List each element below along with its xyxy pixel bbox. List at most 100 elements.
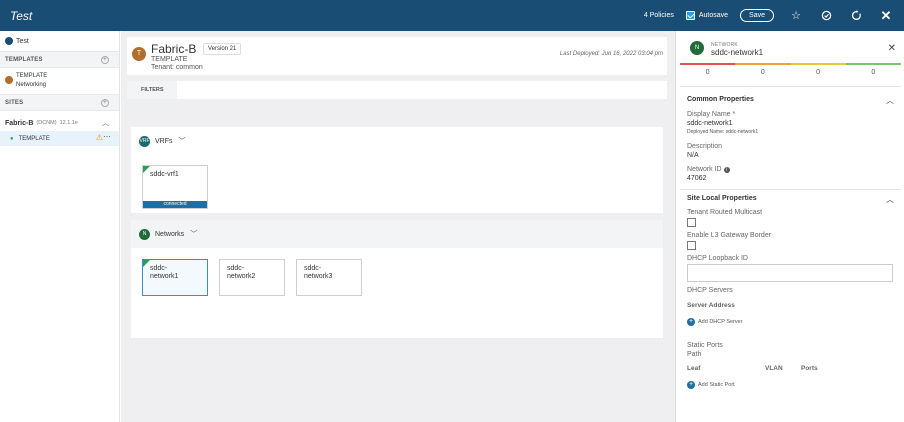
panel-title: sddc-network1 xyxy=(711,48,764,57)
network-tile-line1: sddc- xyxy=(227,265,245,272)
tenant-multicast-checkbox[interactable] xyxy=(687,218,696,227)
main-canvas: T Fabric-B Version 21 TEMPLATE Tenant: c… xyxy=(121,31,675,422)
template-status-icon: ● xyxy=(10,135,14,142)
common-properties-title: Common Properties xyxy=(687,96,754,103)
last-deployed: Last Deployed: Jun 16, 2022 03:04 pm xyxy=(559,51,663,57)
info-icon[interactable]: i xyxy=(723,167,730,173)
tenant-multicast-label: Tenant Routed Multicast xyxy=(687,209,763,216)
static-ports-label: Static Ports xyxy=(687,342,723,349)
vrfs-section-body: sddc-vrf1 connected xyxy=(131,155,663,213)
vrf-tile-name: sddc-vrf1 xyxy=(150,171,179,178)
properties-panel: N NETWORK sddc-network1 ✕ 0 0 0 0 Common… xyxy=(675,31,904,422)
ports-column-header: Ports xyxy=(801,365,818,372)
fault-count[interactable]: 0 xyxy=(680,69,735,76)
tenant-label: Tenant: common xyxy=(151,64,203,71)
site-local-properties-title: Site Local Properties xyxy=(687,195,757,202)
description-value[interactable]: N/A xyxy=(687,152,699,159)
template-avatar: T xyxy=(132,47,146,61)
sidebar-item-template[interactable]: TEMPLATE Networking xyxy=(0,68,119,94)
warning-icon: ⚠ xyxy=(95,133,103,142)
display-name-value[interactable]: sddc-network1 xyxy=(687,120,733,127)
network-id-value: 47062 xyxy=(687,175,707,182)
top-bar: Test 4 Policies Autosave Save ☆ ✕ xyxy=(0,0,904,31)
chevron-up-icon[interactable]: ︿ xyxy=(886,95,894,106)
server-address-header: Server Address xyxy=(687,302,735,309)
site-template-label: TEMPLATE xyxy=(18,135,50,142)
fault-count[interactable]: 0 xyxy=(791,69,846,76)
add-site-icon[interactable]: + xyxy=(101,99,109,107)
network-tile-line1: sddc- xyxy=(304,265,322,272)
network-tile-line1: sddc- xyxy=(150,265,168,272)
close-icon[interactable]: ✕ xyxy=(888,43,896,54)
sidebar-root-label: Test xyxy=(16,37,29,45)
add-dhcp-server-label: Add DHCP Server xyxy=(698,319,743,325)
version-badge: Version 21 xyxy=(203,43,242,55)
display-name-label: Display Name * xyxy=(687,111,736,118)
health-segment-ok xyxy=(845,63,901,65)
fault-counts: 0 0 0 0 xyxy=(680,69,901,76)
add-template-icon[interactable]: + xyxy=(101,56,109,64)
deploy-icon[interactable] xyxy=(814,0,838,31)
autosave-checkbox[interactable] xyxy=(685,11,695,20)
vrf-status-bar: connected xyxy=(143,201,207,208)
network-tile[interactable]: sddc- network2 xyxy=(219,259,285,296)
network-tile-line2: network2 xyxy=(227,273,256,280)
chevron-down-icon[interactable]: ﹀ xyxy=(190,229,197,239)
health-bar xyxy=(680,63,901,65)
add-dhcp-server-button[interactable]: + Add DHCP Server xyxy=(687,318,743,326)
network-id-label: Network ID i xyxy=(687,166,730,173)
close-icon[interactable]: ✕ xyxy=(874,0,898,31)
more-options-icon[interactable]: ⋯ xyxy=(103,132,111,141)
page-title: Fabric-B xyxy=(151,42,197,56)
chevron-down-icon[interactable]: ﹀ xyxy=(179,136,186,146)
health-segment-critical xyxy=(680,63,736,65)
dhcp-loopback-input[interactable] xyxy=(687,264,893,282)
dhcp-loopback-label: DHCP Loopback ID xyxy=(687,255,748,262)
vrfs-section-header[interactable]: VRF VRFs ﹀ xyxy=(131,127,663,155)
network-tile[interactable]: sddc- network1 xyxy=(142,259,208,296)
app-title: Test xyxy=(10,8,33,23)
network-tile[interactable]: sddc- network3 xyxy=(296,259,362,296)
site-name: Fabric-B xyxy=(5,119,34,127)
template-item-tenant: Networking xyxy=(16,82,47,88)
networks-title: Networks xyxy=(155,230,185,238)
filters-tab[interactable]: FILTERS xyxy=(127,81,177,99)
fault-count[interactable]: 0 xyxy=(846,69,901,76)
template-header: T Fabric-B Version 21 TEMPLATE Tenant: c… xyxy=(127,37,667,75)
network-id-label-text: Network ID xyxy=(687,166,722,173)
template-item-name: TEMPLATE xyxy=(16,73,48,79)
top-bar-actions: 4 Policies Autosave Save ☆ ✕ xyxy=(644,0,904,31)
templates-header-label: TEMPLATES xyxy=(5,56,43,63)
chevron-up-icon[interactable]: ︿ xyxy=(886,194,894,205)
save-button[interactable]: Save xyxy=(740,9,774,22)
add-static-port-button[interactable]: + Add Static Port xyxy=(687,381,735,389)
health-segment-minor xyxy=(790,63,846,65)
deployed-name: Deployed Name: sddc-network1 xyxy=(687,129,759,135)
plus-icon: + xyxy=(687,318,695,326)
star-icon[interactable]: ☆ xyxy=(784,0,808,31)
site-version: 12.1.1e xyxy=(59,120,78,126)
template-subtitle: TEMPLATE xyxy=(151,56,188,63)
l3-gateway-checkbox[interactable] xyxy=(687,241,696,250)
chevron-up-icon[interactable]: ︿ xyxy=(102,118,109,128)
sidebar-site[interactable]: Fabric-B (DCNM) 12.1.1e ︿ xyxy=(0,115,119,131)
sites-header-label: SITES xyxy=(5,99,24,106)
path-label: Path xyxy=(687,351,702,358)
networks-section-header[interactable]: N Networks ﹀ xyxy=(131,220,663,248)
policies-count[interactable]: 4 Policies xyxy=(644,12,674,19)
vlan-column-header: VLAN xyxy=(765,365,783,372)
refresh-icon[interactable] xyxy=(844,0,868,31)
autosave-label: Autosave xyxy=(698,12,729,19)
autosave-toggle[interactable]: Autosave xyxy=(685,11,729,20)
network-avatar: N xyxy=(690,41,704,55)
sidebar-site-template[interactable]: ● TEMPLATE ⚠ ⋯ xyxy=(0,131,119,146)
network-badge-icon: N xyxy=(139,228,150,240)
description-label: Description xyxy=(687,143,723,150)
fault-count[interactable]: 0 xyxy=(735,69,790,76)
sidebar-root[interactable]: Test xyxy=(0,31,119,51)
leaf-column-header: Leaf xyxy=(687,365,701,372)
vrf-tile[interactable]: sddc-vrf1 connected xyxy=(142,165,208,209)
deploy-icon-svg xyxy=(821,10,831,21)
dhcp-servers-label: DHCP Servers xyxy=(687,287,733,294)
site-type: (DCNM) xyxy=(36,120,57,126)
